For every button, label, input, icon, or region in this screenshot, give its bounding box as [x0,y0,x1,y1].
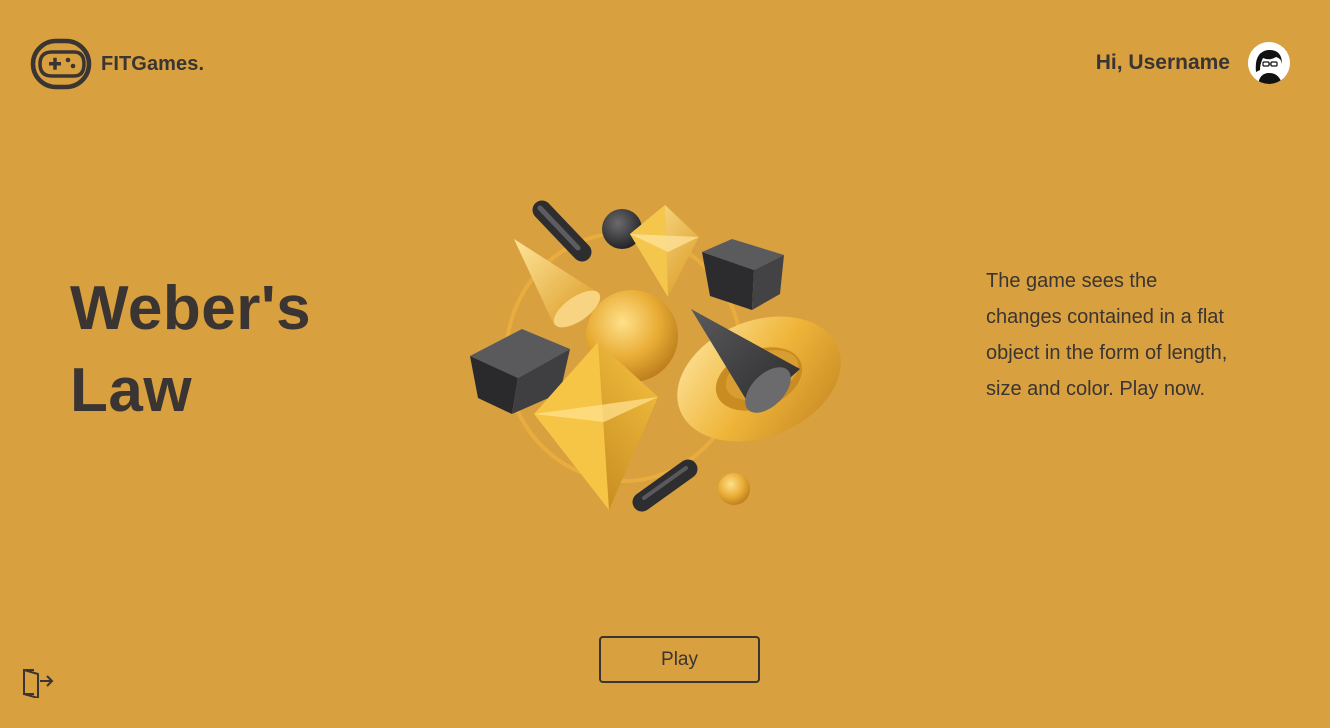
logout-icon[interactable] [20,664,54,698]
avatar-illustration [1248,42,1290,84]
dark-cylinder-top [532,200,592,262]
play-button[interactable]: Play [599,636,760,683]
user-menu[interactable]: Hi, Username [1096,42,1290,84]
game-description: The game sees the changes contained in a… [986,270,1228,400]
geometric-shapes-illustration [470,200,841,512]
user-avatar[interactable] [1248,42,1290,84]
game-title: Weber's Law [70,274,312,425]
brand[interactable]: FITGames. [30,38,204,90]
gamepad-icon [30,38,92,90]
game-page: FITGames. Hi, Username Weber's Law The g… [0,0,1330,728]
user-greeting: Hi, Username [1095,51,1230,74]
brand-name: FITGames. [101,52,205,75]
